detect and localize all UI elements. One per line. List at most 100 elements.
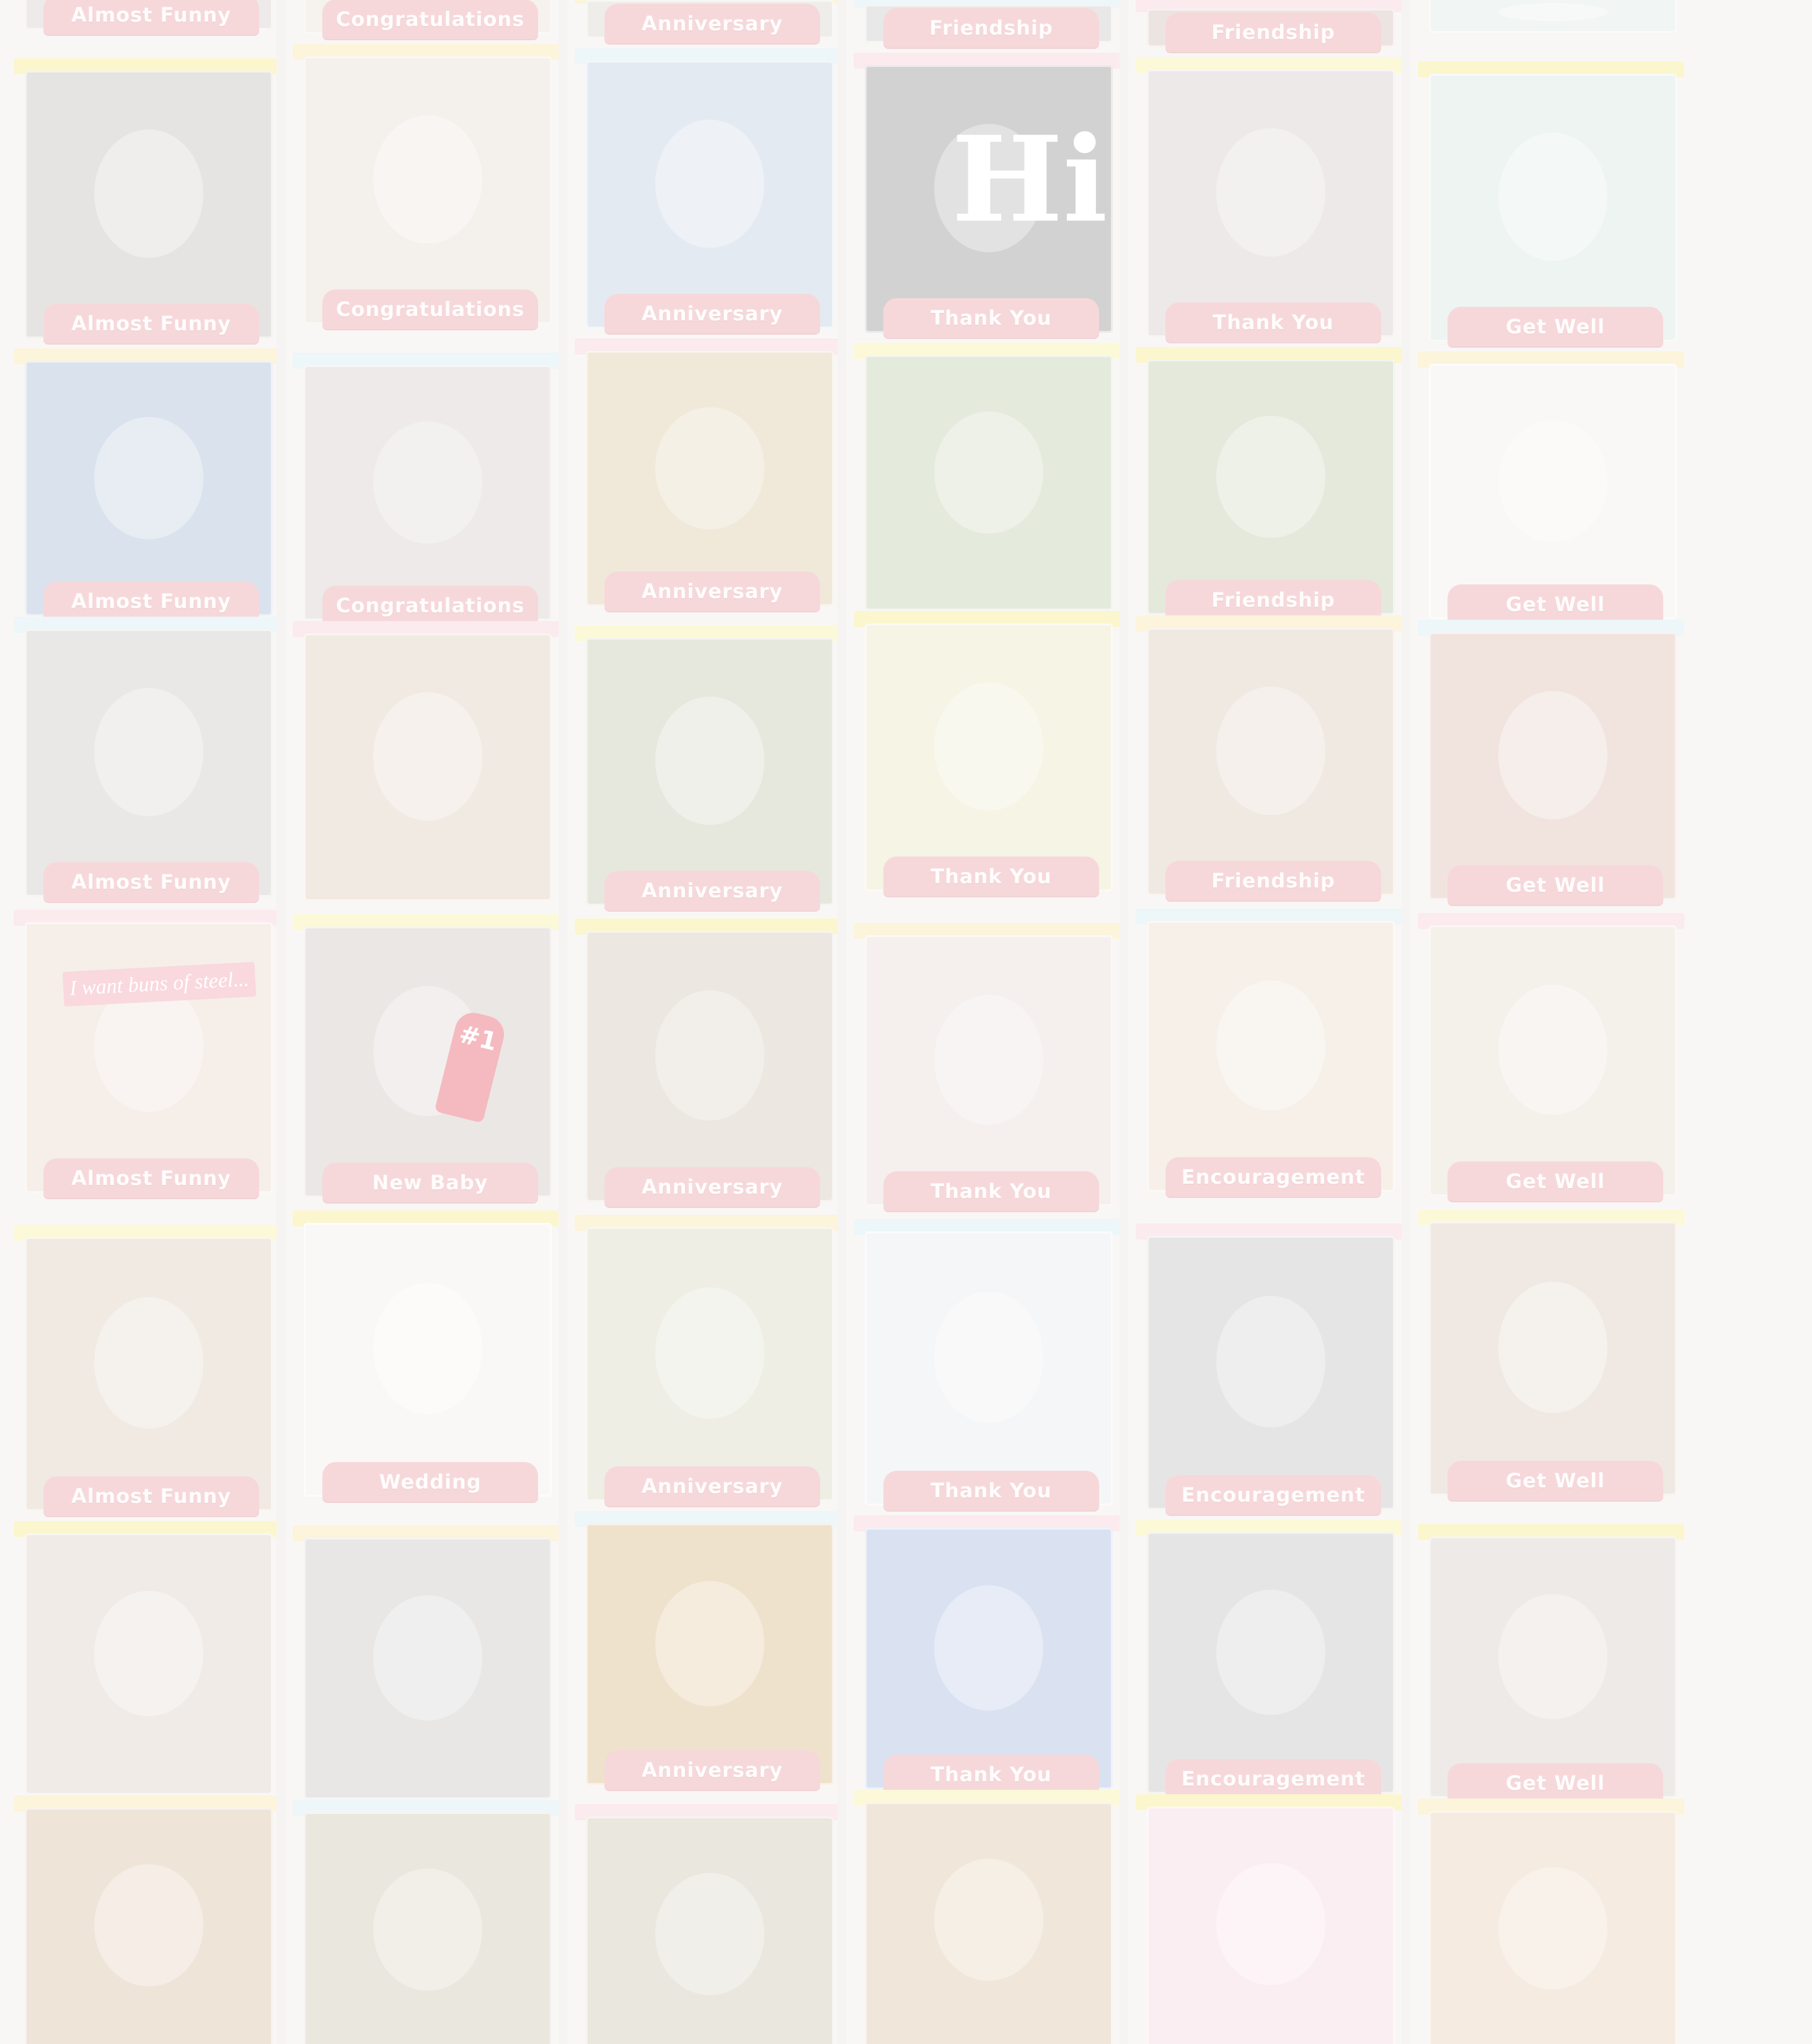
greeting-card[interactable]: Hi — [865, 65, 1113, 333]
greeting-card[interactable] — [1147, 1807, 1395, 2044]
greeting-card[interactable]: #1 — [304, 927, 552, 1197]
card-column: Get Well Get Well Get Well Get Well Get Well… — [1404, 0, 1695, 2044]
category-tab[interactable]: Almost Funny — [43, 1476, 259, 1516]
greeting-card[interactable] — [25, 1533, 273, 1795]
category-tab[interactable]: Thank You — [883, 298, 1099, 338]
card-slot: Hi Thank You — [846, 43, 1125, 340]
category-tab[interactable]: Anniversary — [604, 1750, 820, 1790]
category-tab[interactable]: Thank You — [883, 1471, 1099, 1510]
card-slot: Almost Funny — [6, 338, 285, 623]
category-tab[interactable]: Thank You — [1165, 302, 1381, 342]
greeting-card[interactable] — [304, 633, 552, 901]
greeting-card[interactable] — [304, 365, 552, 620]
category-tab[interactable]: Friendship — [883, 8, 1099, 48]
card-artwork — [655, 120, 764, 249]
category-tab[interactable]: Get Well — [1447, 1461, 1663, 1500]
greeting-card[interactable] — [865, 355, 1113, 610]
greeting-card[interactable] — [25, 71, 273, 338]
greeting-card[interactable] — [1429, 632, 1677, 900]
greeting-card[interactable] — [865, 1528, 1113, 1789]
category-label: Encouragement — [1181, 1165, 1366, 1189]
card-slot: Get Well — [1410, 341, 1689, 627]
greeting-card[interactable] — [586, 638, 834, 905]
greeting-card[interactable] — [25, 361, 273, 616]
category-label: Friendship — [1211, 869, 1335, 892]
card-artwork — [1216, 1862, 1325, 1986]
greeting-card[interactable] — [586, 1817, 834, 2044]
greeting-card[interactable] — [865, 623, 1113, 891]
card-column: Almost Funny Almost Funny Almost Funny Almo… — [0, 0, 291, 2044]
category-tab[interactable]: Almost Funny — [43, 862, 259, 902]
category-tab[interactable]: Friendship — [1165, 12, 1381, 52]
greeting-card[interactable] — [865, 935, 1113, 1206]
greeting-card[interactable] — [586, 61, 834, 328]
category-tab[interactable]: Congratulations — [322, 0, 538, 39]
card-artwork — [1498, 2, 1607, 22]
category-tab[interactable]: Almost Funny — [43, 1158, 259, 1198]
category-tab[interactable]: Anniversary — [604, 1167, 820, 1207]
category-tab[interactable]: Thank You — [883, 1171, 1099, 1211]
greeting-card[interactable] — [1147, 921, 1395, 1192]
category-label: Almost Funny — [71, 1484, 231, 1508]
card-artwork — [934, 682, 1043, 811]
greeting-card[interactable] — [1147, 1236, 1395, 1510]
greeting-card[interactable] — [25, 1808, 273, 2044]
greeting-card[interactable] — [1147, 69, 1395, 337]
greeting-card[interactable] — [1147, 359, 1395, 615]
category-tab[interactable]: Almost Funny — [43, 0, 259, 35]
card-slot: Anniversary — [567, 1501, 846, 1792]
greeting-card[interactable] — [304, 1812, 552, 2044]
greeting-card[interactable] — [1147, 628, 1395, 896]
greeting-card[interactable] — [304, 1538, 552, 1799]
greeting-card[interactable] — [586, 351, 834, 606]
category-tab[interactable]: Get Well — [1447, 1161, 1663, 1201]
category-tab[interactable]: Get Well — [1447, 865, 1663, 905]
category-tab[interactable]: Congratulations — [322, 289, 538, 329]
greeting-card[interactable] — [25, 1237, 273, 1511]
greeting-card[interactable] — [1429, 1536, 1677, 1798]
category-tab[interactable]: Anniversary — [604, 1466, 820, 1506]
greeting-card[interactable] — [25, 629, 273, 897]
greeting-card[interactable] — [586, 931, 834, 1202]
category-tab[interactable]: Almost Funny — [43, 304, 259, 343]
rack-divider — [276, 0, 285, 2044]
card-slot — [846, 333, 1125, 618]
rack-divider — [837, 0, 846, 2044]
category-tab[interactable]: Friendship — [1165, 861, 1381, 901]
card-slot — [1128, 1784, 1407, 2044]
category-tab[interactable]: Anniversary — [604, 294, 820, 333]
category-label: Almost Funny — [71, 870, 231, 894]
greeting-card[interactable] — [1429, 925, 1677, 1196]
category-tab[interactable]: Anniversary — [604, 871, 820, 910]
category-tab[interactable]: Encouragement — [1165, 1157, 1381, 1197]
card-artwork — [1216, 1296, 1325, 1428]
greeting-card[interactable] — [1147, 1532, 1395, 1794]
card-artwork — [1498, 985, 1607, 1115]
greeting-card[interactable] — [1429, 364, 1677, 619]
greeting-card[interactable] — [865, 1802, 1113, 2044]
greeting-card[interactable] — [586, 1523, 834, 1785]
greeting-card[interactable]: I want buns of steel... — [25, 922, 273, 1193]
category-tab[interactable]: Wedding — [322, 1462, 538, 1502]
category-tab[interactable]: Get Well — [1447, 307, 1663, 346]
card-slot — [567, 1794, 846, 2044]
greeting-card[interactable] — [304, 1223, 552, 1497]
greeting-card[interactable] — [1429, 0, 1677, 33]
category-label: New Baby — [372, 1171, 488, 1194]
greeting-card[interactable] — [1429, 1811, 1677, 2044]
greeting-card[interactable] — [304, 56, 552, 324]
greeting-card[interactable] — [586, 1227, 834, 1501]
category-tab[interactable]: Thank You — [883, 857, 1099, 896]
card-slot: Friendship — [1128, 337, 1407, 622]
category-tab[interactable]: New Baby — [322, 1163, 538, 1202]
category-tab[interactable]: Anniversary — [604, 4, 820, 43]
greeting-card[interactable] — [865, 1231, 1113, 1505]
greeting-card[interactable] — [1429, 74, 1677, 341]
card-artwork — [373, 115, 482, 244]
card-artwork — [934, 1858, 1043, 1981]
category-tab[interactable]: Encouragement — [1165, 1475, 1381, 1515]
greeting-card[interactable] — [1429, 1222, 1677, 1496]
card-slot: Thank You — [1128, 47, 1407, 345]
category-tab[interactable]: Anniversary — [604, 571, 820, 611]
card-slot: Almost Funny — [6, 48, 285, 346]
